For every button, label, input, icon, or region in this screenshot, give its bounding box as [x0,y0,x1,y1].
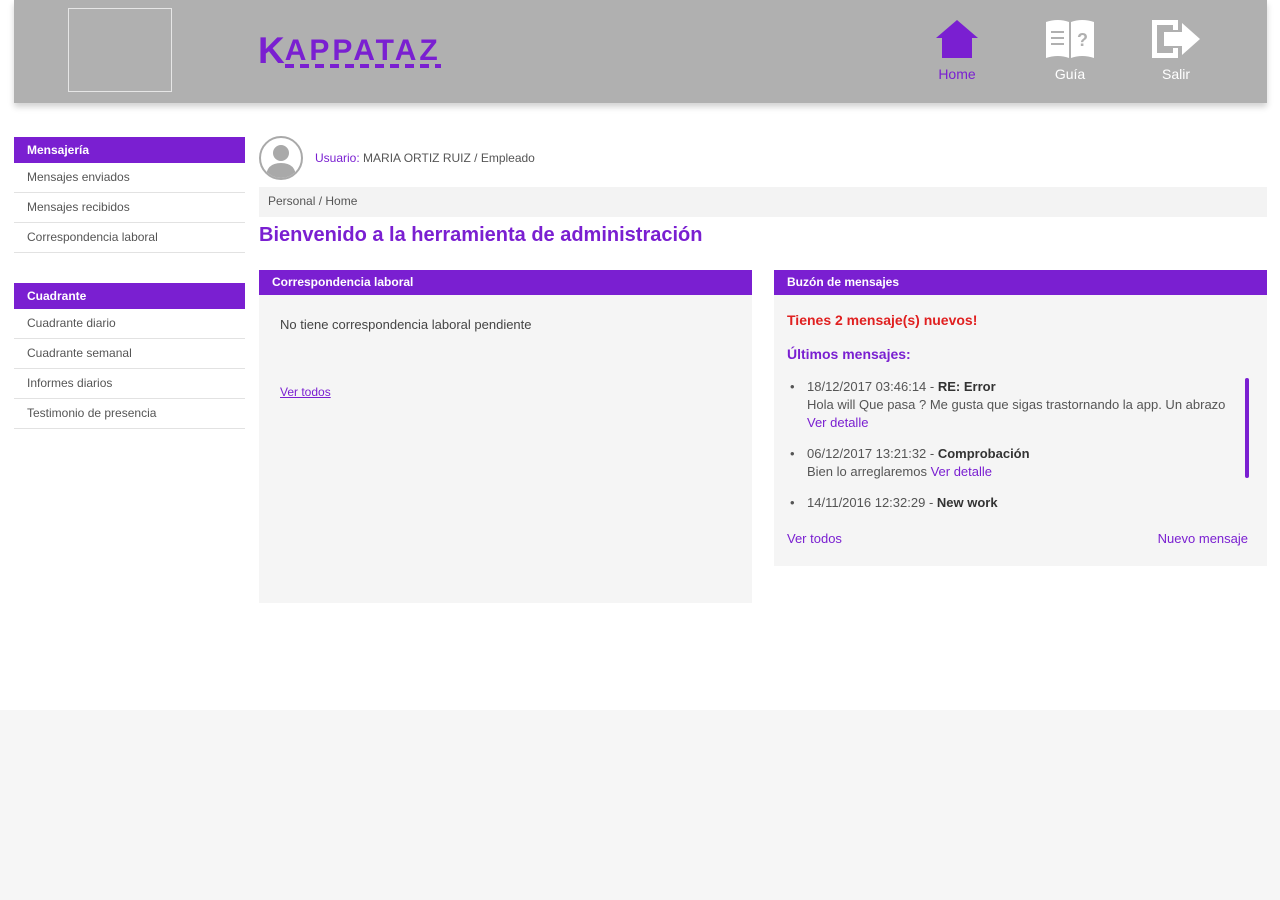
svg-text:?: ? [1077,30,1088,50]
nav-exit-label: Salir [1161,66,1190,82]
page-title: Bienvenido a la herramienta de administr… [259,224,703,246]
nav-guide-label: Guía [1054,66,1086,82]
message-separator: - [926,379,938,394]
breadcrumb: Personal / Home [259,187,1267,217]
new-messages-alert: Tienes 2 mensaje(s) nuevos! [787,312,978,328]
view-detail-link[interactable]: Ver detalle [931,464,992,479]
sidebar-item-received-messages[interactable]: Mensajes recibidos [14,193,245,223]
sidebar-heading-messaging: Mensajería [14,137,245,163]
nav-home[interactable]: Home [917,18,997,82]
message-date: 06/12/2017 13:21:32 [807,446,927,461]
sidebar-item-daily-reports[interactable]: Informes diarios [14,369,245,399]
exit-icon [1152,20,1200,58]
messages-view-all-link[interactable]: Ver todos [787,531,842,546]
messages-panel-title: Buzón de mensajes [774,270,1267,295]
message-body: Bien lo arreglaremos [807,464,927,479]
view-detail-link[interactable]: Ver detalle [807,415,868,430]
correspondence-panel-title: Correspondencia laboral [259,270,752,295]
user-info: Usuario: MARIA ORTIZ RUIZ / Empleado [259,136,535,180]
nav-guide[interactable]: ? Guía [1030,18,1110,82]
latest-messages-heading: Últimos mensajes: [787,346,911,362]
message-date: 18/12/2017 03:46:14 [807,379,927,394]
sidebar-item-work-correspondence[interactable]: Correspondencia laboral [14,223,245,253]
message-subject: New work [936,495,998,510]
user-label: Usuario: [315,151,360,165]
book-icon: ? [1046,20,1094,58]
brand-name: APPATAZ [284,34,441,68]
sidebar-group-messaging: Mensajería Mensajes enviados Mensajes re… [14,137,245,253]
message-subject: RE: Error [937,379,996,394]
message-separator: - [926,446,938,461]
correspondence-panel: Correspondencia laboral No tiene corresp… [259,270,752,603]
correspondence-empty-text: No tiene correspondencia laboral pendien… [280,317,532,332]
sidebar-group-schedule: Cuadrante Cuadrante diario Cuadrante sem… [14,283,245,429]
message-date: 14/11/2016 12:32:29 [807,495,926,510]
list-item: 06/12/2017 13:21:32 - Comprobación Bien … [787,445,1227,481]
sidebar-heading-schedule: Cuadrante [14,283,245,309]
message-subject: Comprobación [937,446,1030,461]
brand-logo[interactable]: K APPATAZ [258,32,441,72]
message-separator: - [925,495,937,510]
message-list: 18/12/2017 03:46:14 - RE: Error Hola wil… [787,378,1227,525]
user-value: MARIA ORTIZ RUIZ / Empleado [363,151,535,165]
correspondence-view-all-link[interactable]: Ver todos [280,385,331,399]
nav-exit[interactable]: Salir [1136,18,1216,82]
new-message-link[interactable]: Nuevo mensaje [1158,531,1248,546]
list-item: 14/11/2016 12:32:29 - New work [787,494,1227,512]
sidebar-item-daily-schedule[interactable]: Cuadrante diario [14,309,245,339]
brand-k-letter: K [258,30,285,71]
user-icon [266,145,296,178]
message-list-scrollbar[interactable] [1245,378,1249,478]
message-body: Hola will Que pasa ? Me gusta que sigas … [807,397,1226,412]
sidebar-item-weekly-schedule[interactable]: Cuadrante semanal [14,339,245,369]
home-icon [936,20,978,58]
messages-panel: Buzón de mensajes Tienes 2 mensaje(s) nu… [774,270,1267,566]
avatar [259,136,303,180]
list-item: 18/12/2017 03:46:14 - RE: Error Hola wil… [787,378,1227,432]
app-header: K APPATAZ Home ? Guía Salir [14,0,1267,103]
sidebar-item-attendance[interactable]: Testimonio de presencia [14,399,245,429]
footer-background [0,710,1280,900]
logo-placeholder [68,8,172,92]
sidebar-item-sent-messages[interactable]: Mensajes enviados [14,163,245,193]
user-text: Usuario: MARIA ORTIZ RUIZ / Empleado [315,151,535,165]
nav-home-label: Home [938,66,976,82]
